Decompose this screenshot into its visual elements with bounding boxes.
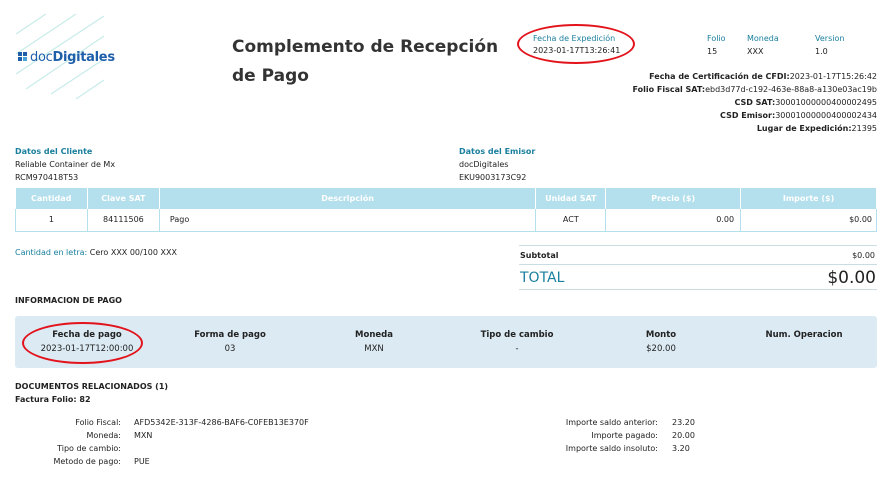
folio-value: 15 [707, 47, 718, 56]
moneda-value: XXX [747, 47, 764, 56]
cliente-name: Reliable Container de Mx [15, 160, 116, 169]
header-precio: Precio ($) [605, 188, 742, 209]
cantidad-letra: Cantidad en letra: Cero XXX 00/100 XXX [15, 246, 177, 259]
emisor-rfc: EKU9003173C92 [459, 173, 527, 182]
header-cantidad: Cantidad [15, 188, 88, 209]
header-importe: Importe ($) [740, 188, 877, 209]
pay-monto-label: Monto [645, 330, 677, 340]
totals-divider-bottom [519, 289, 877, 290]
pay-moneda-value: MXN [364, 344, 384, 354]
cell-precio: 0.00 [605, 209, 742, 232]
pay-col-num-operacion: Num. Operacion [729, 328, 879, 342]
items-header-row: Cantidad Clave SAT Descripción Unidad SA… [15, 188, 877, 209]
header-unidad-sat: Unidad SAT [535, 188, 607, 209]
header-descripcion: Descripción [159, 188, 537, 209]
cliente-label: Datos del Cliente [15, 147, 93, 156]
factura-folio: Factura Folio: 82 [15, 395, 91, 404]
emisor-name: docDigitales [459, 160, 509, 169]
moneda-label: Moneda [747, 34, 779, 43]
doc-label: Importe pagado: [591, 431, 658, 440]
doc-metodo-pago: PUE [134, 457, 150, 466]
pay-col-forma: Forma de pago 03 [155, 328, 305, 356]
cell-cantidad: 1 [15, 209, 88, 232]
table-row: 1 84111506 Pago ACT 0.00 $0.00 [15, 209, 877, 232]
cell-unidad-sat: ACT [535, 209, 607, 232]
doc-label: Metodo de pago: [53, 457, 121, 466]
pay-forma-label: Forma de pago [194, 330, 266, 340]
header-clave-sat: Clave SAT [87, 188, 160, 209]
items-table: Cantidad Clave SAT Descripción Unidad SA… [15, 188, 877, 232]
pay-num-operacion-label: Num. Operacion [765, 330, 843, 340]
doc-label: Importe saldo insoluto: [565, 444, 658, 453]
version-value: 1.0 [815, 47, 828, 56]
cantidad-letra-label: Cantidad en letra: [15, 248, 88, 257]
doc-importe-pagado: 20.00 [672, 431, 695, 440]
pay-col-tipo-cambio: Tipo de cambio - [442, 328, 592, 356]
doc-label: Folio Fiscal: [75, 418, 121, 427]
pay-tipo-cambio-value: - [515, 344, 519, 354]
cell-clave-sat: 84111506 [86, 209, 160, 232]
pay-col-moneda: Moneda MXN [299, 328, 449, 356]
emisor-label: Datos del Emisor [459, 147, 536, 156]
logo-squares-icon [18, 51, 28, 61]
pay-tipo-cambio-label: Tipo de cambio [480, 330, 554, 340]
total-label: TOTAL [520, 270, 565, 286]
subtotal-value: $0.00 [852, 251, 875, 260]
info-pago-panel: Fecha de pago 2023-01-17T12:00:00 Forma … [15, 316, 877, 368]
doc-moneda: MXN [134, 431, 153, 440]
doc-label: Tipo de cambio: [57, 444, 121, 453]
pay-monto-value: $20.00 [646, 344, 676, 354]
totals-divider-top [519, 245, 877, 246]
docs-right-labels: Importe saldo anterior: Importe pagado: … [540, 416, 658, 455]
expedicion-value: 2023-01-17T13:26:41 [533, 46, 621, 55]
docs-right-values: 23.20 20.00 3.20 [672, 416, 695, 455]
doc-saldo-anterior: 23.20 [672, 418, 695, 427]
logo-prefix: doc [30, 50, 53, 65]
emisor-block: Datos del Emisor docDigitales EKU9003173… [459, 145, 535, 184]
cert-row: Lugar de Expedición:21395 [756, 124, 877, 133]
highlight-ellipse-fecha-pago [22, 322, 143, 364]
docs-heading: DOCUMENTOS RELACIONADOS (1) [15, 382, 169, 391]
doc-folio-fiscal: AFD5342E-313F-4286-BAF6-C0FEB13E370F [134, 418, 309, 427]
subtotal-label: Subtotal [520, 251, 559, 260]
version-label: Version [815, 34, 845, 43]
cert-row: Folio Fiscal SAT:ebd3d77d-c192-463e-88a8… [632, 85, 877, 94]
cliente-rfc: RCM970418T53 [15, 173, 79, 182]
certificacion-block: Fecha de Certificación de CFDI:2023-01-1… [632, 70, 877, 135]
doc-label: Moneda: [86, 431, 121, 440]
doc-label: Importe saldo anterior: [565, 418, 658, 427]
logo: docDigitales [18, 50, 115, 65]
cert-row: CSD SAT:30001000000400002495 [734, 98, 877, 107]
cliente-block: Datos del Cliente Reliable Container de … [15, 145, 115, 184]
docs-left-labels: Folio Fiscal: Moneda: Tipo de cambio: Me… [15, 416, 121, 468]
pay-forma-value: 03 [224, 344, 236, 354]
logo-brand: Digitales [52, 50, 115, 65]
cell-importe: $0.00 [740, 209, 877, 232]
docs-left-values: AFD5342E-313F-4286-BAF6-C0FEB13E370F MXN… [134, 416, 309, 468]
total-value: $0.00 [827, 268, 876, 288]
pay-col-monto: Monto $20.00 [586, 328, 736, 356]
cert-row: Fecha de Certificación de CFDI:2023-01-1… [649, 72, 877, 81]
info-pago-heading: INFORMACION DE PAGO [15, 296, 122, 305]
doc-tipo-cambio [134, 442, 309, 455]
doc-saldo-insoluto: 3.20 [672, 444, 690, 453]
totals-divider-mid [519, 264, 877, 265]
document-title: Complemento de Recepción de Pago [232, 37, 499, 86]
cell-descripcion: Pago [158, 209, 537, 232]
folio-label: Folio [707, 34, 726, 43]
pay-moneda-label: Moneda [355, 330, 393, 340]
cert-row: CSD Emisor:30001000000400002434 [720, 111, 877, 120]
cantidad-letra-value: Cero XXX 00/100 XXX [89, 248, 177, 257]
